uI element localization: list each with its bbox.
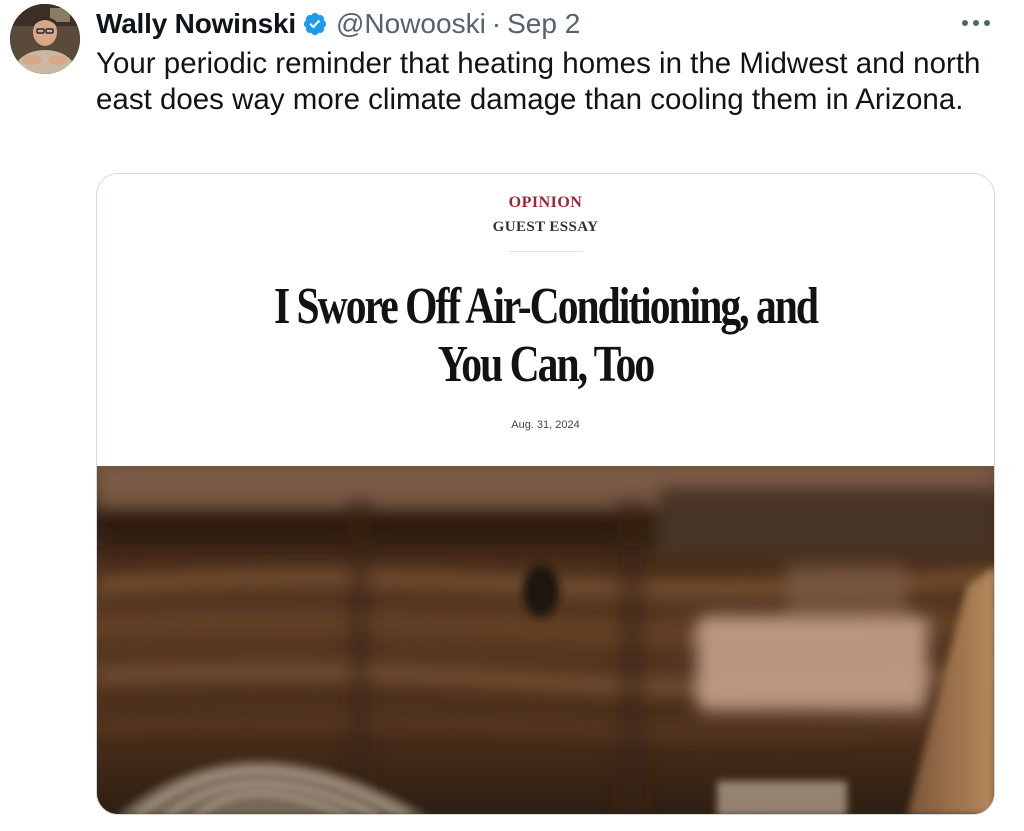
tweet-date[interactable]: Sep 2 (507, 8, 580, 40)
article-date: Aug. 31, 2024 (511, 419, 580, 431)
link-preview-card[interactable]: OPINION GUEST ESSAY I Swore Off Air-Cond… (96, 173, 995, 815)
author-avatar[interactable] (10, 4, 80, 74)
divider (509, 251, 583, 252)
more-horizontal-icon[interactable] (958, 6, 994, 40)
tweet: Wally Nowinski @Nowooski · Sep 2 Your pe… (0, 0, 1024, 831)
tweet-text: Your periodic reminder that heating home… (96, 47, 981, 116)
tweet-header: Wally Nowinski @Nowooski · Sep 2 (96, 4, 580, 44)
blurry-room-fan-photo (97, 466, 994, 814)
headline-line-2: You Can, Too (437, 336, 655, 393)
verified-badge-icon (302, 11, 328, 37)
article-subkicker: GUEST ESSAY (492, 219, 599, 235)
article-header: OPINION GUEST ESSAY I Swore Off Air-Cond… (97, 174, 994, 466)
article-headline: I Swore Off Air-Conditioning, and You Ca… (187, 278, 905, 394)
separator-dot: · (491, 8, 502, 39)
headline-line-1: I Swore Off Air-Conditioning, and (273, 278, 819, 335)
author-handle[interactable]: @Nowooski (336, 8, 486, 40)
author-name[interactable]: Wally Nowinski (96, 8, 296, 40)
article-kicker: OPINION (508, 194, 583, 211)
